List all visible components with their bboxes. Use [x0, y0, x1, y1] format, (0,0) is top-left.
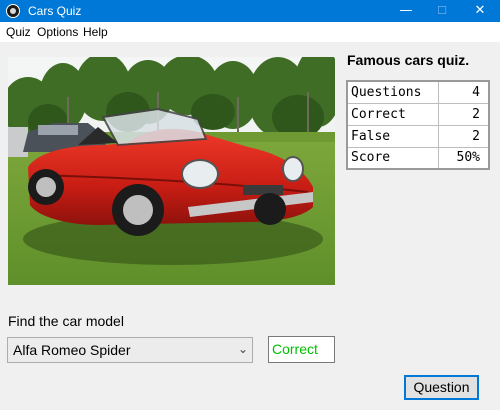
find-model-label: Find the car model — [8, 313, 124, 329]
title-bar: Cars Quiz — ☐ ✕ — [0, 0, 500, 22]
chevron-down-icon[interactable]: ⌄ — [238, 342, 248, 356]
close-button[interactable]: ✕ — [462, 0, 498, 22]
quiz-heading: Famous cars quiz. — [347, 52, 470, 68]
menu-quiz[interactable]: Quiz — [6, 25, 31, 39]
false-value: 2 — [437, 124, 490, 148]
car-model-select[interactable]: Alfa Romeo Spider ⌄ — [7, 337, 253, 363]
correct-label: Correct — [346, 102, 439, 126]
menu-help[interactable]: Help — [83, 25, 108, 39]
menu-options[interactable]: Options — [37, 25, 78, 39]
table-row: Correct 2 — [346, 102, 490, 126]
menu-bar: Quiz Options Help — [0, 22, 500, 42]
question-button[interactable]: Question — [404, 375, 479, 400]
maximize-button[interactable]: ☐ — [424, 0, 460, 22]
table-row: Questions 4 — [346, 80, 490, 104]
questions-label: Questions — [346, 80, 439, 104]
table-row: Score 50% — [346, 146, 490, 170]
app-icon — [6, 4, 20, 18]
correct-value: 2 — [437, 102, 490, 126]
minimize-button[interactable]: — — [388, 0, 424, 22]
result-field: Correct — [268, 336, 335, 363]
questions-value: 4 — [437, 80, 490, 104]
score-value: 50% — [437, 146, 490, 170]
false-label: False — [346, 124, 439, 148]
car-photo — [8, 57, 335, 285]
table-row: False 2 — [346, 124, 490, 148]
score-table: Questions 4 Correct 2 False 2 Score 50% — [346, 80, 490, 170]
score-label: Score — [346, 146, 439, 170]
window-title: Cars Quiz — [28, 4, 82, 18]
selected-model: Alfa Romeo Spider — [13, 342, 131, 358]
